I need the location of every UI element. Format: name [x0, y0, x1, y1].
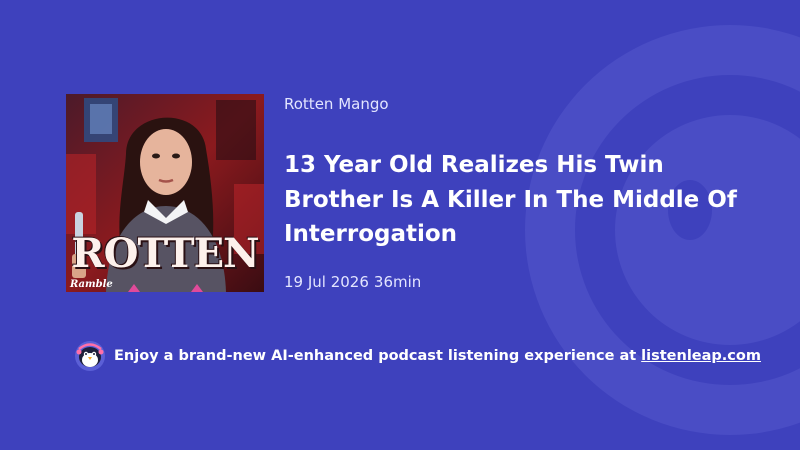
promo-link[interactable]: listenleap.com: [641, 348, 761, 364]
episode-title: 13 Year Old Realizes His Twin Brother Is…: [284, 152, 737, 247]
promo-banner: Enjoy a brand-new AI-enhanced podcast li…: [74, 340, 761, 372]
podcast-cover-art[interactable]: ROTTEN Ramble: [66, 94, 264, 292]
episode-date: 19 Jul 2026: [284, 273, 369, 291]
promo-text: Enjoy a brand-new AI-enhanced podcast li…: [114, 348, 637, 364]
cover-title-text: ROTTEN: [71, 230, 259, 277]
show-name[interactable]: Rotten Mango: [284, 94, 389, 114]
episode-meta: 19 Jul 2026 36min: [284, 272, 421, 292]
episode-duration: 36min: [373, 273, 422, 291]
cover-brand-text: Ramble: [70, 279, 113, 290]
penguin-logo-icon: [75, 341, 105, 371]
